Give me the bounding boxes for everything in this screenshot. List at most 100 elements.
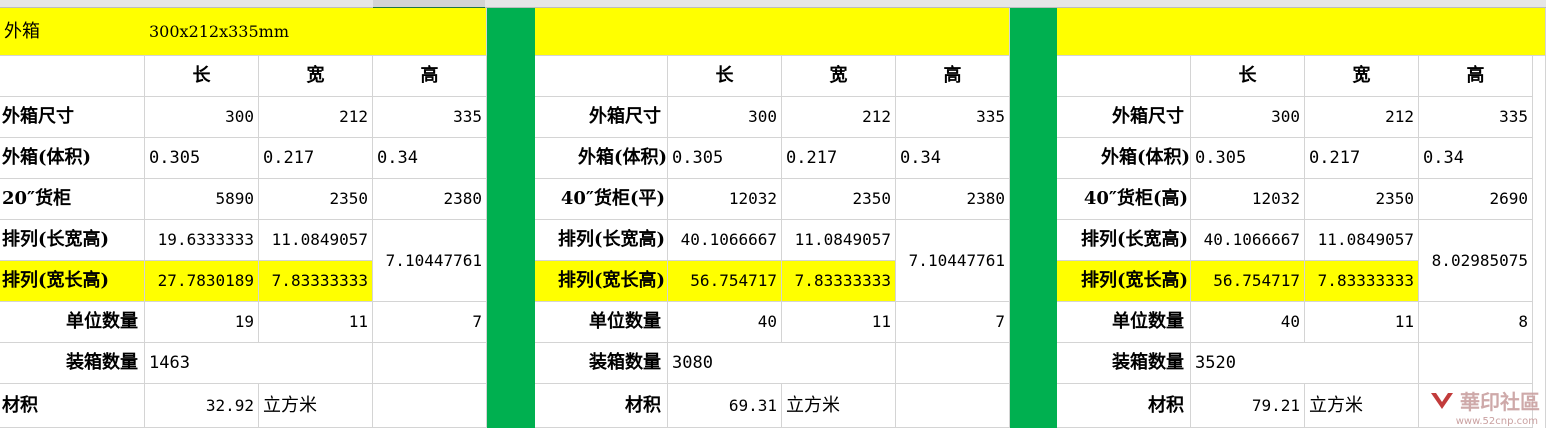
arrange-lwh-label[interactable]: 排列(长宽高) bbox=[0, 220, 145, 261]
arrange-lwh-width[interactable]: 11.0849057 bbox=[1305, 220, 1419, 261]
arrange-wlh-length[interactable]: 56.754717 bbox=[1191, 261, 1305, 302]
arrange-height-merged[interactable]: 8.02985075 bbox=[1419, 220, 1533, 302]
outer-volume-width[interactable]: 0.217 bbox=[1305, 138, 1419, 179]
arrange-lwh-label[interactable]: 排列(长宽高) bbox=[1057, 220, 1191, 261]
header-spec-cell[interactable]: 300x212x335mm bbox=[145, 8, 487, 56]
volume-value[interactable]: 69.31 bbox=[668, 384, 782, 428]
header-cell-block2[interactable] bbox=[535, 8, 1010, 56]
empty-cell[interactable] bbox=[1057, 56, 1191, 97]
container-width[interactable]: 2350 bbox=[782, 179, 896, 220]
container-length[interactable]: 12032 bbox=[668, 179, 782, 220]
next-column-edge[interactable] bbox=[1533, 56, 1546, 428]
outer-volume-label[interactable]: 外箱(体积) bbox=[535, 138, 668, 179]
empty-cell[interactable] bbox=[373, 384, 487, 428]
outer-volume-length[interactable]: 0.305 bbox=[145, 138, 259, 179]
unit-qty-length[interactable]: 19 bbox=[145, 302, 259, 343]
dim-length-header[interactable]: 长 bbox=[1191, 56, 1305, 97]
outer-size-length[interactable]: 300 bbox=[1191, 97, 1305, 138]
outer-volume-height[interactable]: 0.34 bbox=[373, 138, 487, 179]
outer-size-length[interactable]: 300 bbox=[145, 97, 259, 138]
header-cell-block3[interactable] bbox=[1057, 8, 1546, 56]
empty-cell[interactable] bbox=[782, 343, 896, 384]
unit-qty-height[interactable]: 8 bbox=[1419, 302, 1533, 343]
container-label[interactable]: 20″货柜 bbox=[0, 179, 145, 220]
volume-label[interactable]: 材积 bbox=[1057, 384, 1191, 428]
container-width[interactable]: 2350 bbox=[259, 179, 373, 220]
header-label-cell[interactable]: 外箱 bbox=[0, 8, 145, 56]
volume-unit[interactable]: 立方米 bbox=[782, 384, 896, 428]
empty-cell[interactable] bbox=[896, 384, 1010, 428]
empty-cell[interactable] bbox=[259, 343, 373, 384]
outer-size-width[interactable]: 212 bbox=[1305, 97, 1419, 138]
dim-width-header[interactable]: 宽 bbox=[782, 56, 896, 97]
dim-width-header[interactable]: 宽 bbox=[259, 56, 373, 97]
volume-value[interactable]: 32.92 bbox=[145, 384, 259, 428]
empty-cell[interactable] bbox=[535, 56, 668, 97]
arrange-lwh-length[interactable]: 19.6333333 bbox=[145, 220, 259, 261]
container-length[interactable]: 12032 bbox=[1191, 179, 1305, 220]
container-label[interactable]: 40″货柜(平) bbox=[535, 179, 668, 220]
outer-volume-width[interactable]: 0.217 bbox=[782, 138, 896, 179]
dim-width-header[interactable]: 宽 bbox=[1305, 56, 1419, 97]
container-length[interactable]: 5890 bbox=[145, 179, 259, 220]
unit-qty-width[interactable]: 11 bbox=[259, 302, 373, 343]
volume-unit[interactable]: 立方米 bbox=[259, 384, 373, 428]
outer-size-height[interactable]: 335 bbox=[1419, 97, 1533, 138]
container-height[interactable]: 2380 bbox=[373, 179, 487, 220]
dim-height-header[interactable]: 高 bbox=[1419, 56, 1533, 97]
outer-size-label[interactable]: 外箱尺寸 bbox=[1057, 97, 1191, 138]
arrange-height-merged[interactable]: 7.10447761 bbox=[373, 220, 487, 302]
outer-volume-length[interactable]: 0.305 bbox=[1191, 138, 1305, 179]
arrange-wlh-label[interactable]: 排列(宽长高) bbox=[0, 261, 145, 302]
dim-height-header[interactable]: 高 bbox=[896, 56, 1010, 97]
outer-size-width[interactable]: 212 bbox=[782, 97, 896, 138]
unit-qty-label[interactable]: 单位数量 bbox=[535, 302, 668, 343]
unit-qty-height[interactable]: 7 bbox=[896, 302, 1010, 343]
arrange-wlh-length[interactable]: 56.754717 bbox=[668, 261, 782, 302]
outer-volume-width[interactable]: 0.217 bbox=[259, 138, 373, 179]
pack-qty-label[interactable]: 装箱数量 bbox=[0, 343, 145, 384]
empty-cell[interactable] bbox=[0, 56, 145, 97]
outer-volume-length[interactable]: 0.305 bbox=[668, 138, 782, 179]
unit-qty-length[interactable]: 40 bbox=[668, 302, 782, 343]
pack-qty-value[interactable]: 3080 bbox=[668, 343, 782, 384]
outer-size-height[interactable]: 335 bbox=[373, 97, 487, 138]
pack-qty-value[interactable]: 1463 bbox=[145, 343, 259, 384]
container-height[interactable]: 2380 bbox=[896, 179, 1010, 220]
arrange-wlh-width[interactable]: 7.83333333 bbox=[782, 261, 896, 302]
container-width[interactable]: 2350 bbox=[1305, 179, 1419, 220]
volume-label[interactable]: 材积 bbox=[535, 384, 668, 428]
arrange-wlh-width[interactable]: 7.83333333 bbox=[1305, 261, 1419, 302]
outer-size-label[interactable]: 外箱尺寸 bbox=[0, 97, 145, 138]
container-height[interactable]: 2690 bbox=[1419, 179, 1533, 220]
arrange-lwh-width[interactable]: 11.0849057 bbox=[782, 220, 896, 261]
unit-qty-height[interactable]: 7 bbox=[373, 302, 487, 343]
empty-cell[interactable] bbox=[373, 343, 487, 384]
pack-qty-label[interactable]: 装箱数量 bbox=[535, 343, 668, 384]
empty-cell[interactable] bbox=[1305, 343, 1419, 384]
arrange-lwh-length[interactable]: 40.1066667 bbox=[1191, 220, 1305, 261]
arrange-wlh-length[interactable]: 27.7830189 bbox=[145, 261, 259, 302]
column-header-strip[interactable] bbox=[0, 0, 1546, 9]
dim-height-header[interactable]: 高 bbox=[373, 56, 487, 97]
volume-unit[interactable]: 立方米 bbox=[1305, 384, 1419, 428]
unit-qty-length[interactable]: 40 bbox=[1191, 302, 1305, 343]
outer-size-height[interactable]: 335 bbox=[896, 97, 1010, 138]
pack-qty-value[interactable]: 3520 bbox=[1191, 343, 1305, 384]
arrange-lwh-label[interactable]: 排列(长宽高) bbox=[535, 220, 668, 261]
outer-volume-label[interactable]: 外箱(体积) bbox=[1057, 138, 1191, 179]
outer-volume-height[interactable]: 0.34 bbox=[896, 138, 1010, 179]
dim-length-header[interactable]: 长 bbox=[668, 56, 782, 97]
pack-qty-label[interactable]: 装箱数量 bbox=[1057, 343, 1191, 384]
outer-volume-height[interactable]: 0.34 bbox=[1419, 138, 1533, 179]
unit-qty-width[interactable]: 11 bbox=[782, 302, 896, 343]
outer-size-label[interactable]: 外箱尺寸 bbox=[535, 97, 668, 138]
outer-size-length[interactable]: 300 bbox=[668, 97, 782, 138]
unit-qty-width[interactable]: 11 bbox=[1305, 302, 1419, 343]
dim-length-header[interactable]: 长 bbox=[145, 56, 259, 97]
arrange-lwh-length[interactable]: 40.1066667 bbox=[668, 220, 782, 261]
unit-qty-label[interactable]: 单位数量 bbox=[1057, 302, 1191, 343]
arrange-wlh-label[interactable]: 排列(宽长高) bbox=[1057, 261, 1191, 302]
outer-size-width[interactable]: 212 bbox=[259, 97, 373, 138]
outer-volume-label[interactable]: 外箱(体积) bbox=[0, 138, 145, 179]
